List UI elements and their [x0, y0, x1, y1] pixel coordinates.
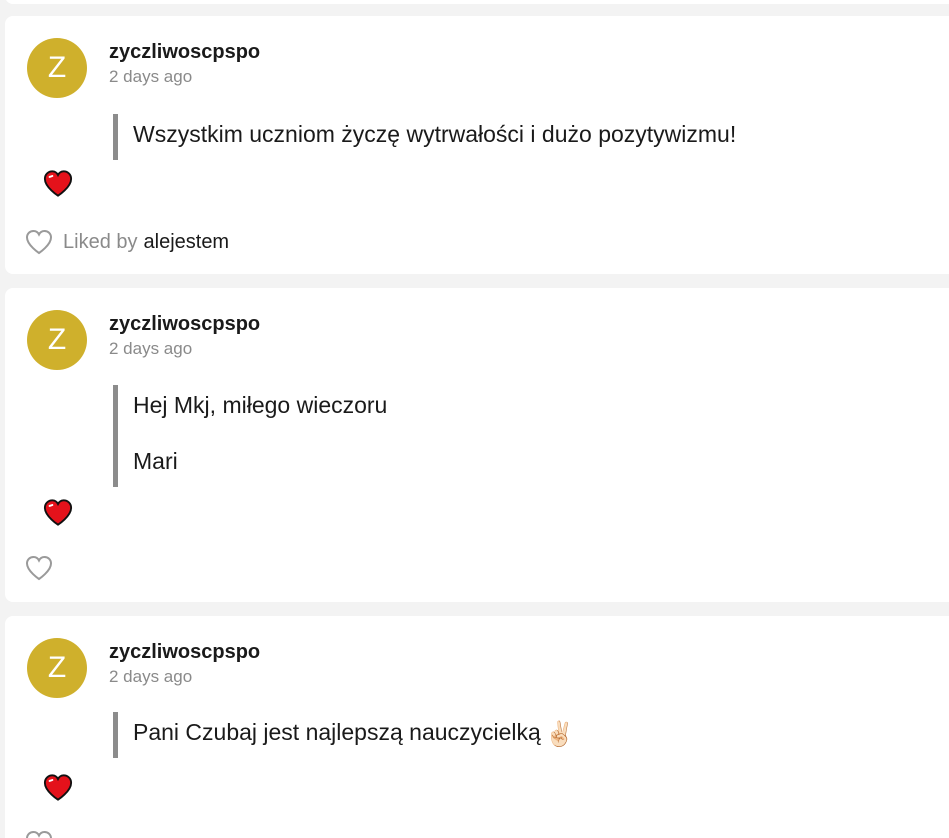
- heart-outline-icon[interactable]: [25, 229, 53, 255]
- post-card: Z zyczliwoscpspo 2 days ago Pani Czubaj …: [5, 616, 949, 838]
- post-timestamp: 2 days ago: [109, 67, 193, 86]
- author-name[interactable]: zyczliwoscpspo: [109, 641, 260, 664]
- liked-by-user-link[interactable]: alejestem: [144, 231, 230, 254]
- post-feed: Z zyczliwoscpspo 2 days ago Wszystkim uc…: [0, 0, 949, 838]
- liked-by-label: Liked by: [63, 230, 138, 253]
- post-card: Z zyczliwoscpspo 2 days ago Hej Mkj, mił…: [5, 288, 949, 602]
- message-text: Pani Czubaj jest najlepszą nauczycielką: [133, 719, 541, 745]
- message-paragraph: Hej Mkj, miłego wieczoru: [133, 392, 388, 418]
- post-message: Hej Mkj, miłego wieczoru Mari: [113, 385, 387, 487]
- post-timestamp: 2 days ago: [109, 667, 193, 686]
- red-heart-icon[interactable]: [43, 499, 73, 526]
- post-timestamp: 2 days ago: [109, 339, 193, 358]
- like-row: [25, 553, 63, 583]
- victory-hand-emoji: ✌🏻: [544, 721, 575, 748]
- heart-outline-icon[interactable]: [25, 830, 53, 838]
- message-paragraph: Mari: [133, 448, 178, 474]
- author-name[interactable]: zyczliwoscpspo: [109, 313, 260, 336]
- post-message: Pani Czubaj jest najlepszą nauczycielką ✌…: [113, 712, 575, 758]
- avatar[interactable]: Z: [27, 38, 87, 98]
- post-card: Z zyczliwoscpspo 2 days ago Wszystkim uc…: [5, 16, 949, 274]
- author-name[interactable]: zyczliwoscpspo: [109, 41, 260, 64]
- message-paragraph: Wszystkim uczniom życzę wytrwałości i du…: [133, 121, 737, 147]
- previous-post-card: [5, 0, 949, 4]
- post-message: Wszystkim uczniom życzę wytrwałości i du…: [113, 114, 736, 160]
- avatar[interactable]: Z: [27, 638, 87, 698]
- avatar[interactable]: Z: [27, 310, 87, 370]
- like-row: [25, 828, 63, 838]
- like-row: Liked by alejestem: [25, 227, 229, 257]
- red-heart-icon[interactable]: [43, 774, 73, 801]
- red-heart-icon[interactable]: [43, 170, 73, 197]
- message-paragraph: Pani Czubaj jest najlepszą nauczycielką ✌…: [133, 718, 575, 749]
- heart-outline-icon[interactable]: [25, 555, 53, 581]
